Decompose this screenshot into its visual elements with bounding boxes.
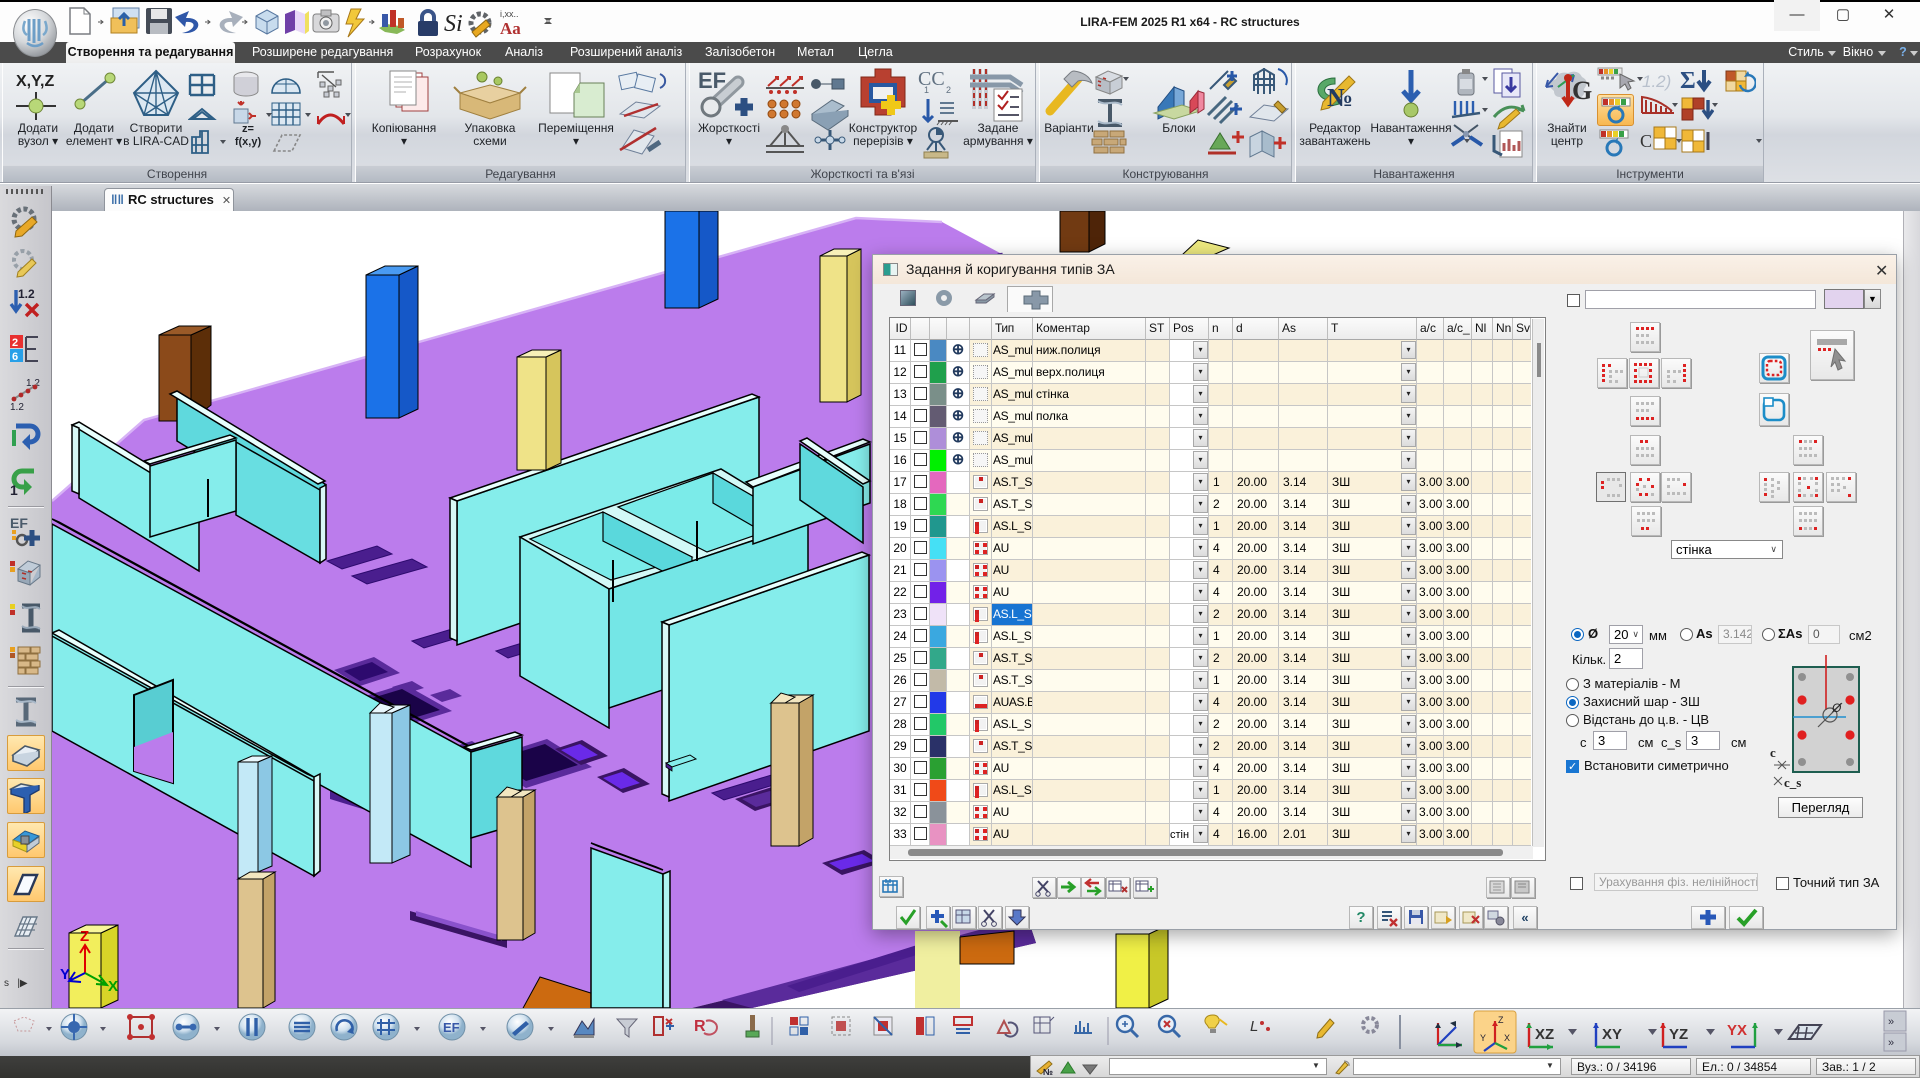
svg-text:X: X	[108, 978, 118, 995]
svg-text:1: 1	[10, 482, 18, 498]
svg-text:№: №	[1043, 1067, 1053, 1077]
svg-text:»: »	[1888, 1037, 1894, 1049]
svg-text:R: R	[694, 1018, 706, 1035]
svg-text:Σ: Σ	[1680, 68, 1696, 94]
svg-text:1.2): 1.2)	[1642, 72, 1671, 91]
svg-text:2: 2	[946, 85, 951, 95]
svg-text:C: C	[1640, 131, 1652, 151]
svg-text:X,Y,Z: X,Y,Z	[16, 73, 54, 90]
svg-text:Si: Si	[444, 11, 463, 37]
svg-text:YZ: YZ	[1669, 1026, 1688, 1043]
svg-text:1.2: 1.2	[18, 287, 35, 301]
svg-text:Y: Y	[60, 966, 70, 983]
svg-text:CC: CC	[918, 68, 945, 90]
svg-text:Aa: Aa	[500, 19, 521, 38]
svg-text:i,xx..: i,xx..	[500, 9, 519, 19]
svg-text:2: 2	[12, 337, 18, 349]
svg-text:1.2: 1.2	[10, 402, 24, 412]
svg-text:c_s: c_s	[1784, 775, 1801, 790]
svg-text:X: X	[1504, 1033, 1510, 1043]
svg-text:EF: EF	[10, 515, 28, 531]
svg-text:№: №	[1327, 83, 1353, 112]
svg-text:L: L	[1250, 1018, 1258, 1035]
svg-text:Ø: Ø	[1831, 701, 1842, 715]
svg-text:c: c	[1770, 745, 1776, 760]
svg-text:G: G	[1572, 76, 1592, 105]
svg-text:»: »	[1888, 1016, 1894, 1028]
svg-text:XY: XY	[1602, 1026, 1622, 1043]
svg-text:EF: EF	[443, 1020, 460, 1035]
svg-text:YX: YX	[1727, 1022, 1747, 1039]
svg-text:Z: Z	[1498, 1015, 1504, 1025]
svg-text:Y: Y	[1480, 1033, 1486, 1043]
svg-text:1: 1	[924, 85, 929, 95]
svg-text:XZ: XZ	[1535, 1026, 1554, 1043]
svg-text:Z: Z	[80, 928, 89, 945]
svg-text:6: 6	[12, 351, 18, 363]
